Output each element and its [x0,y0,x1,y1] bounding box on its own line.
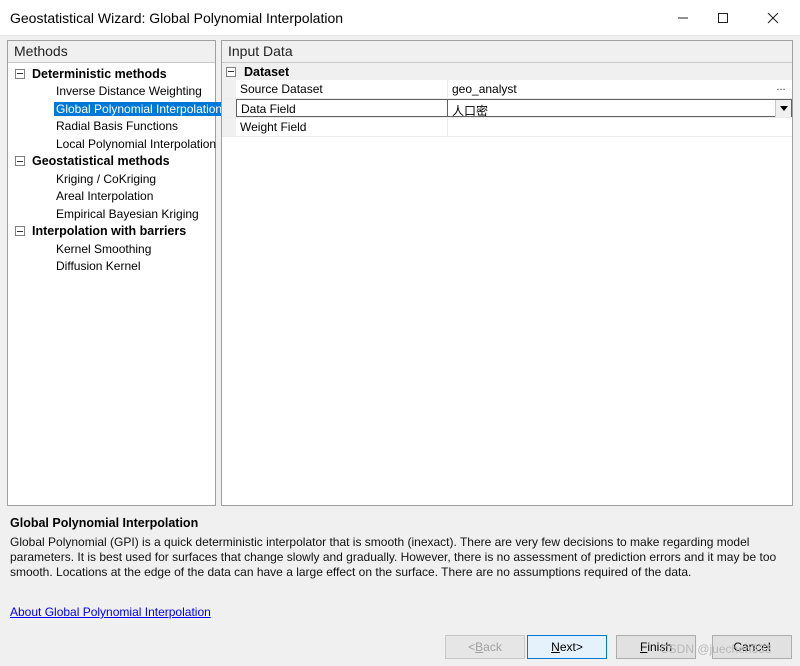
close-icon [767,12,779,24]
tree-group-label: Interpolation with barriers [32,224,187,239]
collapse-icon[interactable] [15,68,25,79]
tree-item-lpi[interactable]: Local Polynomial Interpolation [8,135,217,153]
property-row-weight-field[interactable]: Weight Field [222,118,792,137]
tree-item-label: Inverse Distance Weighting [56,84,202,99]
tree-item-label: Kriging / CoKriging [56,171,157,186]
browse-button[interactable]: ... [772,81,790,96]
weight-field-select[interactable] [448,118,792,136]
property-value: geo_analyst [452,82,517,96]
dropdown-button[interactable] [775,100,791,117]
property-row-data-field[interactable]: Data Field 人口密 [222,99,792,118]
window-title: Geostatistical Wizard: Global Polynomial… [10,10,344,26]
tree-item-rbf[interactable]: Radial Basis Functions [8,118,215,136]
property-key: Weight Field [236,118,448,136]
row-gutter [222,118,236,136]
button-label: ext [559,640,576,654]
property-key: Data Field [236,99,448,117]
button-label: ack [483,640,502,654]
row-gutter [222,80,236,98]
button-accelerator: N [551,640,560,654]
tree-item-label: Diffusion Kernel [56,259,141,274]
button-suffix: > [575,640,583,654]
tree-item-diffusion-kernel[interactable]: Diffusion Kernel [8,258,215,276]
source-dataset-field[interactable]: geo_analyst ... [448,80,792,98]
data-field-select[interactable]: 人口密 [448,99,792,118]
property-group-label: Dataset [244,64,290,79]
tree-item-ebk[interactable]: Empirical Bayesian Kriging [8,205,215,223]
tree-item-areal[interactable]: Areal Interpolation [8,188,215,206]
tree-item-label: Areal Interpolation [56,189,154,204]
tree-item-label: Empirical Bayesian Kriging [56,206,199,221]
input-data-pane: Input Data Dataset Source Dataset geo_an… [221,40,793,506]
property-group-dataset[interactable]: Dataset [222,63,792,80]
tree-group-deterministic[interactable]: Deterministic methods [8,65,215,83]
button-accelerator: B [475,640,484,654]
tree-item-kernel-smoothing[interactable]: Kernel Smoothing [8,240,215,258]
tree-group-label: Deterministic methods [32,66,167,81]
tree-item-kriging[interactable]: Kriging / CoKriging [8,170,215,188]
maximize-icon [718,13,728,23]
property-row-source-dataset[interactable]: Source Dataset geo_analyst ... [222,80,792,99]
description-panel: Global Polynomial Interpolation Global P… [10,516,790,580]
back-button[interactable]: < Back [445,635,525,659]
button-accelerator: F [639,640,648,654]
tree-item-gpi[interactable]: Global Polynomial Interpolation [8,100,225,118]
property-value: 人口密 [452,104,489,118]
tree-group-barriers[interactable]: Interpolation with barriers [8,223,215,241]
next-button[interactable]: Next > [527,635,607,659]
title-bar: Geostatistical Wizard: Global Polynomial… [0,0,800,36]
tree-item-label: Radial Basis Functions [56,119,179,134]
tree-group-geostatistical[interactable]: Geostatistical methods [8,153,215,171]
methods-pane: Methods Deterministic methods Inverse Di… [7,40,225,506]
collapse-icon[interactable] [15,226,25,237]
close-button[interactable] [748,0,798,36]
collapse-icon[interactable] [226,66,236,77]
watermark: CSDN @juechen333 [660,642,772,656]
tree-item-label: Local Polynomial Interpolation [56,136,217,151]
description-text: Global Polynomial (GPI) is a quick deter… [10,535,777,579]
tree-item-idw[interactable]: Inverse Distance Weighting [8,83,215,101]
methods-tree: Deterministic methods Inverse Distance W… [8,63,225,276]
collapse-icon[interactable] [15,156,25,167]
row-gutter [222,99,236,117]
input-data-header: Input Data [222,41,792,63]
chevron-down-icon [779,106,788,111]
tree-group-label: Geostatistical methods [32,154,170,169]
minimize-icon [678,17,688,19]
methods-header: Methods [8,41,215,63]
about-link[interactable]: About Global Polynomial Interpolation [10,605,211,619]
button-prefix: < [468,640,476,654]
property-key: Source Dataset [236,80,448,98]
tree-item-label: Global Polynomial Interpolation [54,101,225,116]
tree-item-label: Kernel Smoothing [56,241,152,256]
maximize-button[interactable] [698,0,748,36]
description-title: Global Polynomial Interpolation [10,516,199,530]
